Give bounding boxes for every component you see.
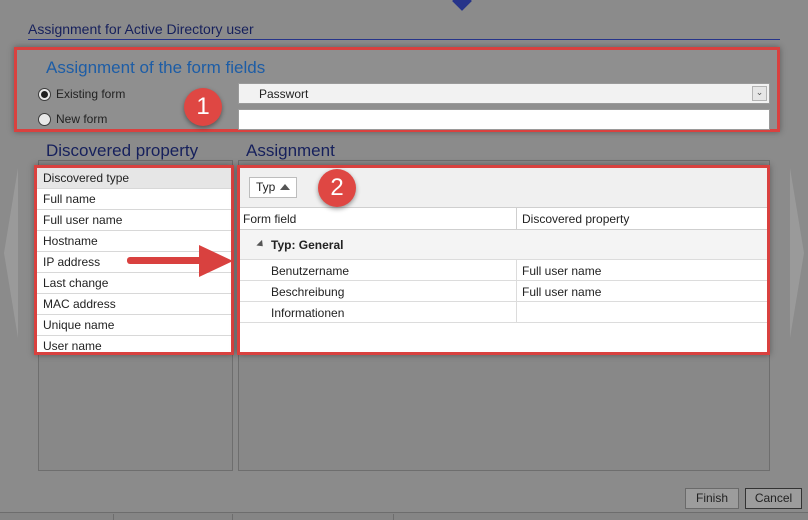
property-cell[interactable]: Full user name bbox=[522, 285, 601, 299]
table-row[interactable]: Beschreibung Full user name bbox=[240, 281, 767, 302]
cancel-button[interactable]: Cancel bbox=[745, 488, 802, 509]
list-item[interactable]: Full user name bbox=[37, 210, 231, 231]
list-item[interactable]: User name bbox=[37, 336, 231, 357]
arrow-head bbox=[199, 245, 233, 277]
list-item[interactable]: Unique name bbox=[37, 315, 231, 336]
new-form-input[interactable] bbox=[238, 109, 770, 130]
table-row[interactable]: Informationen bbox=[240, 302, 767, 323]
property-cell[interactable]: Full user name bbox=[522, 264, 601, 278]
nav-right-arrow[interactable] bbox=[790, 168, 804, 338]
existing-form-label[interactable]: Existing form bbox=[56, 87, 125, 101]
table-row[interactable]: Benutzername Full user name bbox=[240, 260, 767, 281]
list-item[interactable]: MAC address bbox=[37, 294, 231, 315]
callout-badge-2: 2 bbox=[318, 169, 356, 207]
new-form-label[interactable]: New form bbox=[56, 112, 107, 126]
column-header-discovered-property[interactable]: Discovered property bbox=[522, 212, 629, 226]
title-divider bbox=[28, 39, 780, 40]
column-header-form-field[interactable]: Form field bbox=[243, 212, 296, 226]
discovered-property-heading: Discovered property bbox=[46, 141, 199, 160]
collapse-triangle-icon[interactable] bbox=[256, 239, 266, 250]
dialog-title: Assignment for Active Directory user bbox=[28, 21, 254, 37]
callout-badge-1: 1 bbox=[184, 88, 222, 126]
top-caret-icon bbox=[452, 0, 472, 11]
existing-form-radio[interactable] bbox=[38, 88, 51, 101]
existing-form-select[interactable]: Passwort ⌄ bbox=[238, 83, 770, 104]
assignment-grid: Typ Form field Discovered property Typ: … bbox=[237, 165, 770, 355]
chevron-down-icon[interactable]: ⌄ bbox=[752, 86, 767, 101]
assignment-heading: Assignment bbox=[246, 141, 335, 160]
status-bar bbox=[0, 512, 808, 520]
grid-header: Form field Discovered property bbox=[240, 208, 767, 230]
column-divider bbox=[516, 208, 517, 230]
sort-up-icon bbox=[280, 184, 291, 190]
group-chip-label: Typ bbox=[256, 180, 276, 194]
group-by-chip[interactable]: Typ bbox=[249, 177, 298, 198]
group-row-label: Typ: General bbox=[271, 238, 344, 252]
list-item[interactable]: Full name bbox=[37, 189, 231, 210]
form-fields-heading: Assignment of the form fields bbox=[46, 58, 266, 77]
nav-left-arrow[interactable] bbox=[4, 168, 18, 338]
new-form-radio[interactable] bbox=[38, 113, 51, 126]
list-item[interactable]: Discovered type bbox=[37, 168, 231, 189]
form-field-cell: Informationen bbox=[271, 306, 345, 320]
form-field-cell: Benutzername bbox=[271, 264, 350, 278]
group-row[interactable]: Typ: General bbox=[240, 230, 767, 260]
finish-button[interactable]: Finish bbox=[685, 488, 739, 509]
form-field-cell: Beschreibung bbox=[271, 285, 345, 299]
existing-form-value: Passwort bbox=[259, 87, 309, 101]
